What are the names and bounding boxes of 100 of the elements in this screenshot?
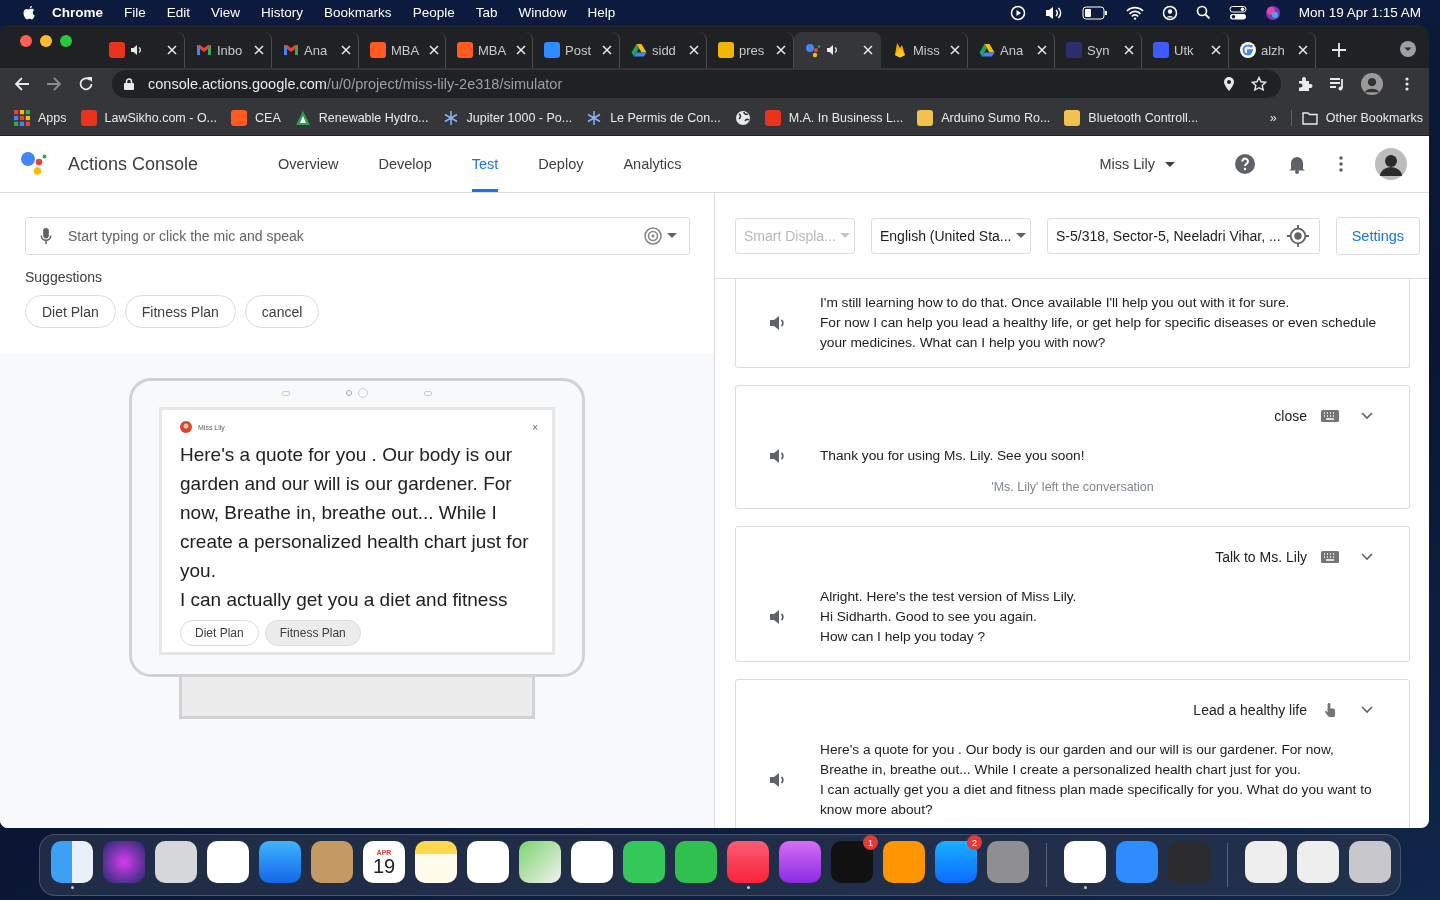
- app-icon[interactable]: [259, 841, 301, 883]
- siri-icon[interactable]: [1264, 4, 1281, 21]
- close-tab-icon[interactable]: [602, 45, 612, 55]
- app-icon[interactable]: [1245, 841, 1287, 883]
- suggestion-chip[interactable]: Fitness Plan: [124, 295, 236, 328]
- speaker-icon[interactable]: [769, 609, 787, 625]
- star-icon[interactable]: [1251, 76, 1267, 92]
- close-button[interactable]: ×: [532, 421, 538, 433]
- address-bar[interactable]: console.actions.google.com/u/0/project/miss-lily-2e318/simulator: [112, 70, 1281, 98]
- close-tab-icon[interactable]: [1124, 45, 1134, 55]
- forward-icon[interactable]: [46, 76, 62, 92]
- settings-button[interactable]: Settings: [1335, 216, 1421, 255]
- app-icon[interactable]: [415, 841, 457, 883]
- location-field[interactable]: S-5/318, Sector-5, Neeladri Vihar, ...: [1047, 217, 1320, 254]
- app-icon[interactable]: [675, 841, 717, 883]
- user-avatar-icon[interactable]: [1375, 148, 1407, 180]
- project-dropdown[interactable]: Miss Lily: [1099, 156, 1175, 172]
- notifications-icon[interactable]: [1287, 154, 1307, 174]
- app-icon[interactable]: [467, 841, 509, 883]
- profile-avatar-icon[interactable]: [1361, 73, 1383, 95]
- nav-tab[interactable]: Analytics: [623, 136, 682, 192]
- bookmark[interactable]: Bluetooth Controll...: [1064, 109, 1199, 126]
- location-pin-icon[interactable]: [1221, 76, 1237, 92]
- app-icon[interactable]: [883, 841, 925, 883]
- input-mode-dropdown-icon[interactable]: [643, 226, 679, 246]
- close-tab-icon[interactable]: [776, 45, 786, 55]
- zoom-window-button[interactable]: [60, 35, 72, 47]
- app-icon[interactable]: [1064, 841, 1106, 883]
- close-window-button[interactable]: [20, 35, 32, 47]
- menu-item[interactable]: People: [412, 5, 455, 20]
- volume-icon[interactable]: [1043, 4, 1064, 21]
- bookmark[interactable]: Renewable Hydro...: [294, 109, 429, 126]
- close-tab-icon[interactable]: [341, 45, 351, 55]
- speaker-icon[interactable]: [769, 772, 787, 788]
- menu-item[interactable]: Help: [587, 5, 616, 20]
- bookmark[interactable]: LawSikho.com - O...: [80, 109, 218, 126]
- suggestion-chip[interactable]: Fitness Plan: [264, 620, 361, 646]
- back-icon[interactable]: [14, 76, 30, 92]
- more-options-icon[interactable]: [1339, 156, 1343, 172]
- expand-chevron-icon[interactable]: [1361, 706, 1373, 714]
- new-tab-icon[interactable]: [1332, 43, 1346, 57]
- query-input-field[interactable]: Start typing or click the mic and speak: [66, 227, 629, 245]
- menu-item[interactable]: View: [211, 5, 241, 20]
- app-icon[interactable]: [1349, 841, 1391, 883]
- suggestion-chip[interactable]: cancel: [244, 295, 320, 328]
- app-icon[interactable]: [1297, 841, 1339, 883]
- close-tab-icon[interactable]: [254, 45, 264, 55]
- close-tab-icon[interactable]: [167, 45, 177, 55]
- expand-chevron-icon[interactable]: [1361, 412, 1373, 420]
- bookmark[interactable]: Le Permis de Con...: [586, 109, 721, 126]
- close-tab-icon[interactable]: [1037, 45, 1047, 55]
- wifi-icon[interactable]: [1125, 5, 1144, 20]
- app-icon[interactable]: [51, 841, 93, 883]
- microphone-icon[interactable]: [40, 227, 52, 245]
- bookmark-folder[interactable]: Other Bookmarks: [1290, 109, 1423, 126]
- menu-item[interactable]: File: [124, 5, 146, 20]
- bookmark[interactable]: Arduino Sumo Ro...: [917, 109, 1051, 126]
- menu-item[interactable]: History: [261, 5, 304, 20]
- query-bar[interactable]: Start typing or click the mic and speak: [25, 217, 690, 255]
- nav-tab[interactable]: Deploy: [538, 136, 584, 192]
- close-tab-icon[interactable]: [1298, 45, 1308, 55]
- app-menu[interactable]: Chrome: [52, 5, 103, 20]
- bookmark[interactable]: Jupiter 1000 - Po...: [442, 109, 573, 126]
- close-tab-icon[interactable]: [863, 45, 873, 55]
- control-center-icon[interactable]: [1228, 4, 1247, 21]
- menu-bar-clock[interactable]: Mon 19 Apr 1:15 AM: [1298, 5, 1421, 20]
- suggestion-chip[interactable]: Diet Plan: [180, 620, 259, 646]
- menu-item[interactable]: Bookmarks: [324, 5, 392, 20]
- browser-tab[interactable]: [794, 32, 881, 68]
- close-tab-icon[interactable]: [429, 45, 440, 55]
- speaker-icon[interactable]: [769, 448, 787, 464]
- tab-search-icon[interactable]: [1399, 40, 1417, 58]
- help-icon[interactable]: [1235, 154, 1255, 174]
- speaker-icon[interactable]: [130, 44, 144, 56]
- search-icon[interactable]: [1195, 5, 1211, 20]
- bookmark[interactable]: M.A. In Business L...: [764, 109, 904, 126]
- nav-tab[interactable]: Overview: [278, 136, 339, 192]
- close-tab-icon[interactable]: [689, 45, 699, 55]
- close-tab-icon[interactable]: [1211, 45, 1221, 55]
- close-tab-icon[interactable]: [516, 45, 527, 55]
- minimize-window-button[interactable]: [40, 35, 52, 47]
- app-icon[interactable]: [519, 841, 561, 883]
- app-icon[interactable]: [571, 841, 613, 883]
- user-icon[interactable]: [1161, 4, 1178, 21]
- bookmark[interactable]: Apps: [14, 109, 67, 126]
- menu-item[interactable]: Window: [518, 5, 567, 20]
- bookmark[interactable]: CEA: [231, 109, 281, 126]
- nav-tab[interactable]: Develop: [378, 136, 432, 192]
- puzzle-piece-icon[interactable]: [1297, 76, 1313, 92]
- app-icon[interactable]: [623, 841, 665, 883]
- battery-icon[interactable]: [1081, 5, 1108, 20]
- bookmark[interactable]: [734, 109, 751, 126]
- reload-icon[interactable]: [78, 76, 94, 92]
- media-queue-icon[interactable]: [1329, 76, 1345, 92]
- suggestion-chip[interactable]: Diet Plan: [25, 295, 116, 328]
- apple-logo-icon[interactable]: [22, 4, 36, 21]
- app-icon[interactable]: [155, 841, 197, 883]
- speaker-icon[interactable]: [769, 315, 787, 331]
- speaker-icon[interactable]: [826, 44, 840, 56]
- menu-item[interactable]: Edit: [166, 5, 191, 20]
